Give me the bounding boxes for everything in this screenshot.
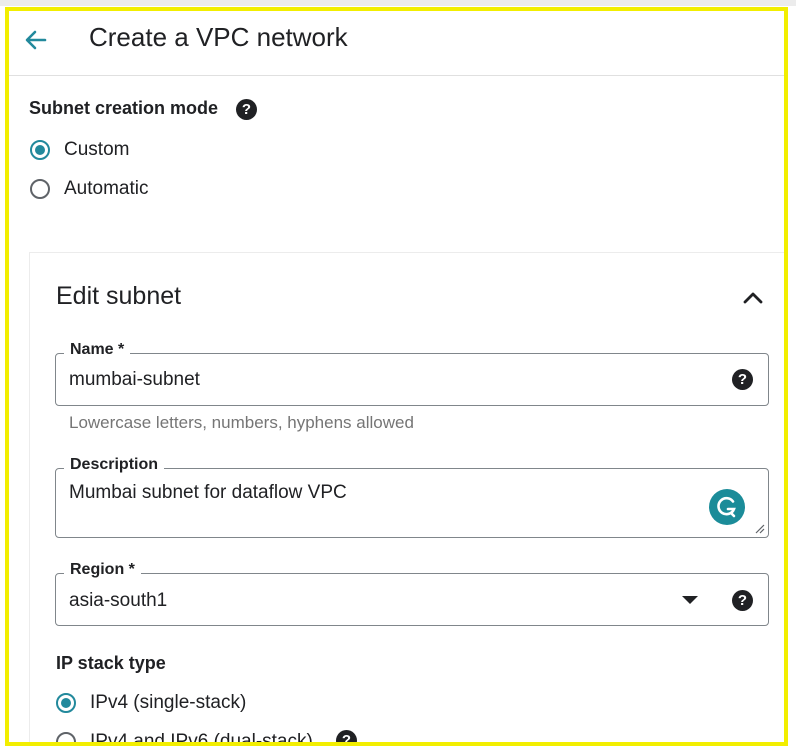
dropdown-arrow-icon[interactable] — [682, 596, 698, 604]
radio-custom-label: Custom — [64, 139, 130, 160]
region-select[interactable]: Region * asia-south1 ? — [55, 561, 769, 626]
highlight-frame: Create a VPC network Subnet creation mod… — [5, 7, 788, 746]
name-input[interactable]: mumbai-subnet — [69, 369, 200, 391]
radio-button-checked[interactable] — [56, 693, 76, 713]
name-field[interactable]: Name * mumbai-subnet ? — [55, 341, 769, 406]
radio-button-checked[interactable] — [30, 140, 50, 160]
resize-handle-icon[interactable] — [753, 522, 765, 534]
name-hint: Lowercase letters, numbers, hyphens allo… — [69, 413, 414, 432]
radio-ipv4-single-label: IPv4 (single-stack) — [90, 692, 247, 713]
subnet-creation-mode-label: Subnet creation mode — [29, 98, 219, 118]
radio-automatic[interactable]: Automatic — [30, 178, 148, 200]
arrow-back-icon — [25, 30, 47, 50]
chevron-up-icon — [743, 292, 763, 304]
radio-ipv4-ipv6-dual-label: IPv4 and IPv6 (dual-stack) — [90, 731, 313, 746]
help-circle-icon[interactable]: ? — [236, 99, 257, 120]
back-button[interactable] — [21, 25, 51, 55]
help-circle-icon[interactable]: ? — [732, 590, 753, 611]
region-field-label: Region * — [64, 561, 141, 579]
radio-button-unchecked[interactable] — [56, 732, 76, 742]
collapse-button[interactable] — [738, 283, 768, 313]
description-field-label: Description — [64, 456, 165, 474]
help-circle-icon[interactable]: ? — [336, 730, 357, 742]
top-strip — [0, 0, 796, 6]
radio-automatic-label: Automatic — [64, 178, 149, 199]
radio-custom[interactable]: Custom — [30, 139, 129, 161]
radio-button-unchecked[interactable] — [30, 179, 50, 199]
description-textarea[interactable]: Mumbai subnet for dataflow VPC — [69, 482, 347, 504]
page-title: Create a VPC network — [89, 22, 348, 52]
name-field-label: Name * — [64, 341, 131, 359]
radio-ipv4-ipv6-dual[interactable]: IPv4 and IPv6 (dual-stack) — [56, 731, 313, 746]
edit-subnet-card: Edit subnet Name * mumbai-subnet ? Lower… — [29, 252, 784, 746]
page-header: Create a VPC network — [9, 11, 784, 76]
edit-subnet-title: Edit subnet — [56, 282, 182, 310]
grammarly-icon[interactable] — [709, 489, 745, 525]
help-circle-icon[interactable]: ? — [732, 369, 753, 390]
radio-ipv4-single[interactable]: IPv4 (single-stack) — [56, 692, 246, 714]
description-field[interactable]: Description Mumbai subnet for dataflow V… — [55, 456, 769, 538]
ip-stack-type-label: IP stack type — [56, 653, 166, 673]
region-selected-value: asia-south1 — [69, 590, 168, 611]
